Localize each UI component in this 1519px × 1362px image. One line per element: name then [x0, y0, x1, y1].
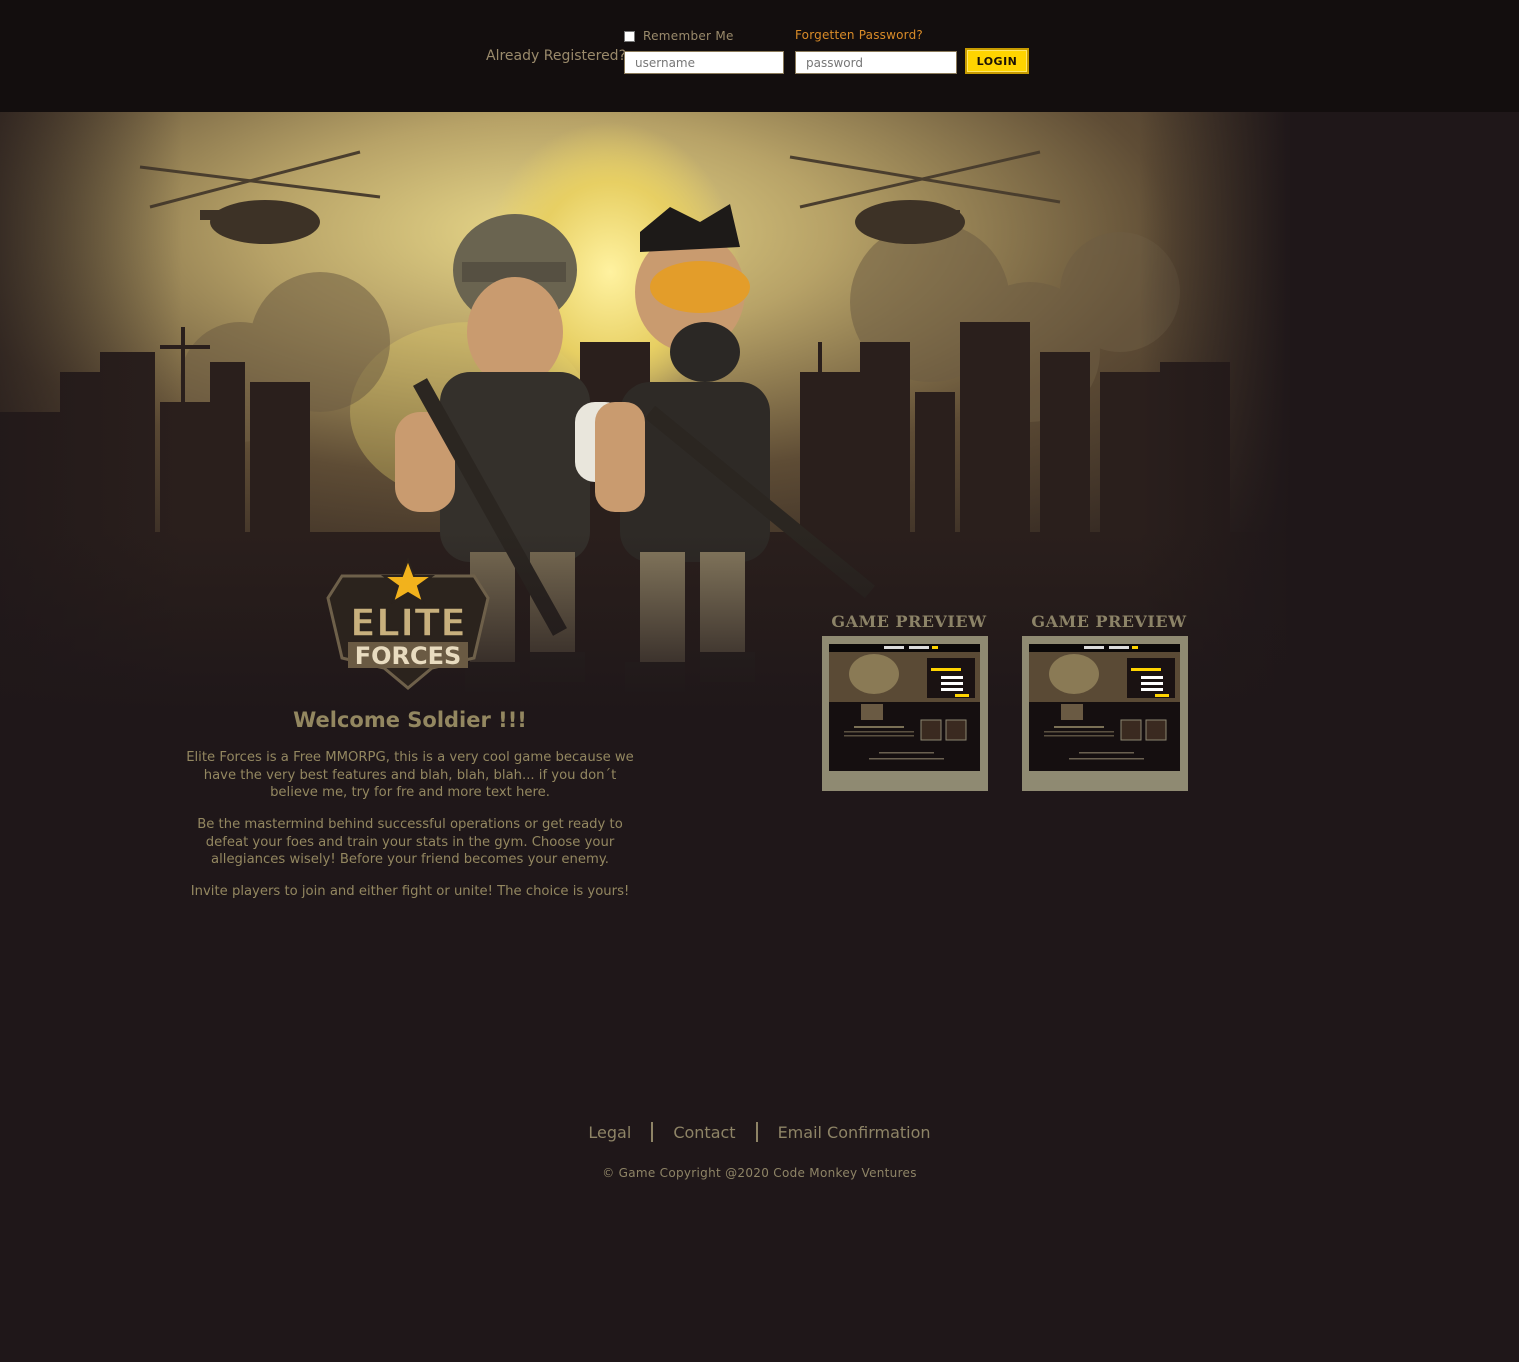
preview-screenshot-1 — [829, 644, 980, 760]
forgot-password-link[interactable]: Forgetten Password? — [795, 28, 923, 42]
username-input[interactable] — [624, 51, 784, 74]
game-preview-thumbnail-1[interactable] — [822, 636, 988, 791]
remember-me[interactable]: Remember Me — [624, 28, 734, 44]
logo-line1: ELITE — [350, 601, 466, 645]
copyright-notice: © Game Copyright @2020 Code Monkey Ventu… — [602, 1166, 917, 1180]
hero-banner — [0, 112, 1519, 712]
intro-paragraph-1: Elite Forces is a Free MMORPG, this is a… — [186, 750, 634, 800]
already-registered-label: Already Registered? — [486, 48, 626, 64]
login-button[interactable]: LOGIN — [965, 48, 1029, 74]
intro-paragraph-2: Be the mastermind behind successful oper… — [197, 817, 623, 867]
game-preview-title-1: GAME PREVIEW — [831, 612, 987, 631]
remember-me-label[interactable]: Remember Me — [643, 29, 734, 43]
welcome-title: Welcome Soldier !!! — [293, 708, 527, 732]
footer-link-contact[interactable]: Contact — [653, 1123, 755, 1142]
game-preview-thumbnail-2[interactable] — [1022, 636, 1188, 791]
remember-me-checkbox[interactable] — [624, 30, 635, 42]
intro-paragraph-3: Invite players to join and either fight … — [190, 884, 630, 899]
password-input[interactable] — [795, 51, 957, 74]
footer-link-email-confirmation[interactable]: Email Confirmation — [758, 1123, 951, 1142]
elite-forces-logo: ELITE FORCES — [326, 558, 490, 690]
preview-screenshot-2 — [1029, 644, 1180, 760]
logo-line2: FORCES — [355, 642, 462, 670]
footer-link-legal[interactable]: Legal — [568, 1123, 651, 1142]
hero-artwork — [0, 112, 1519, 712]
footer-links: Legal Contact Email Confirmation — [0, 1122, 1519, 1142]
game-preview-title-2: GAME PREVIEW — [1031, 612, 1187, 631]
login-bar: Already Registered? Remember Me Forgette… — [0, 0, 1519, 112]
